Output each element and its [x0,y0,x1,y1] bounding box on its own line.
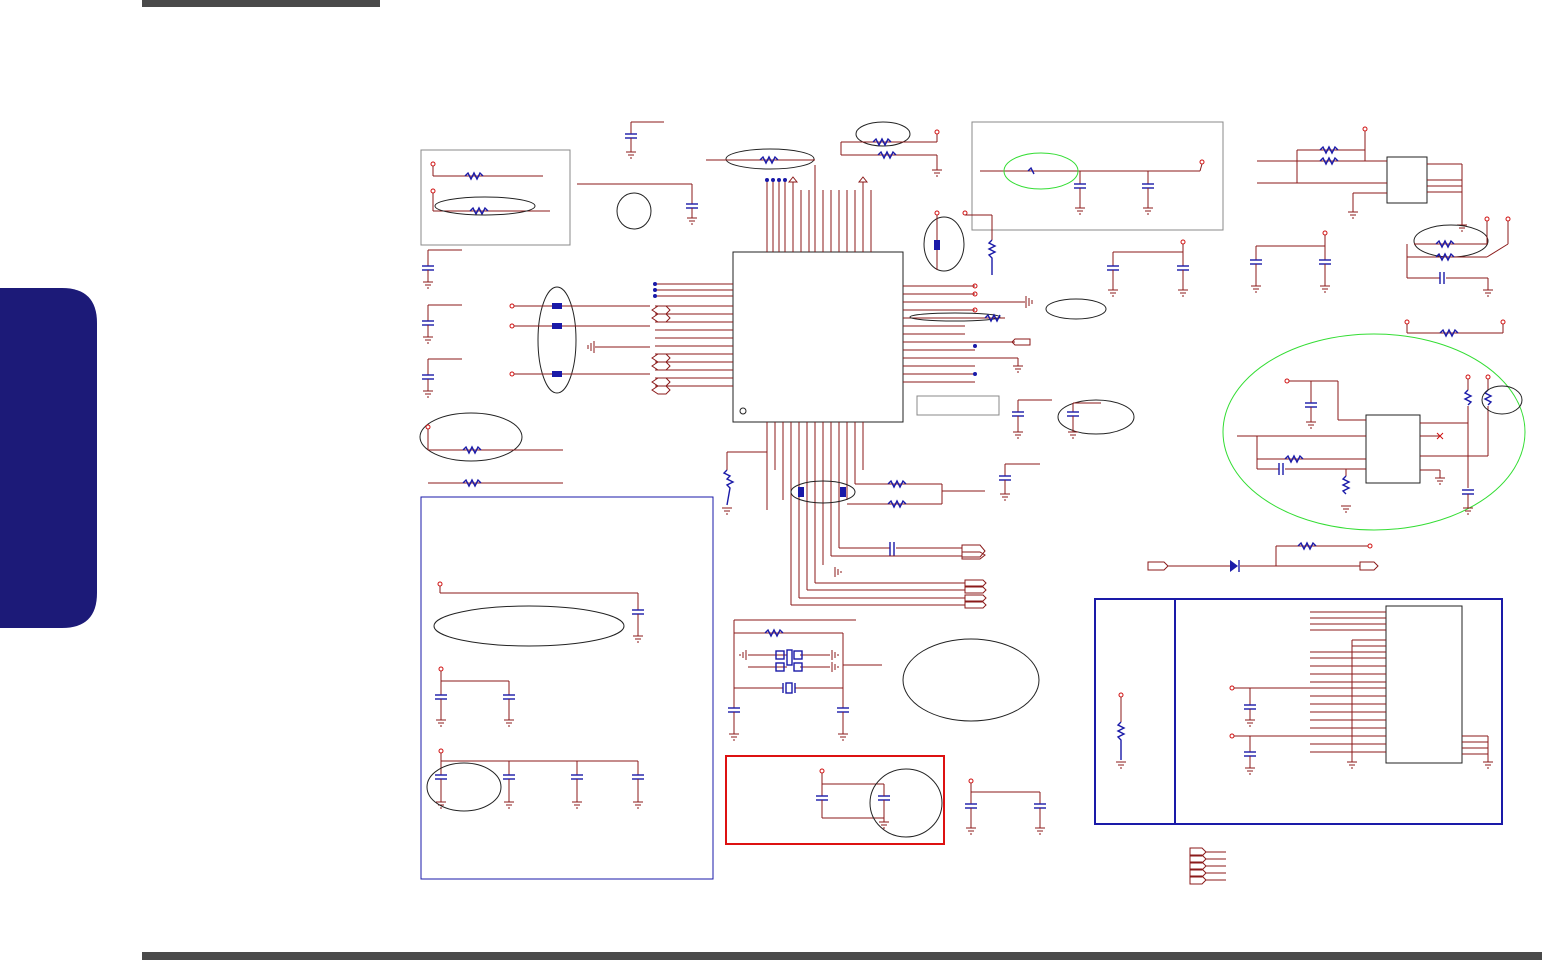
top-resistors [706,121,942,177]
left-resistors [419,412,563,488]
header-bar [142,0,380,7]
bottom-right-box [1094,598,1503,825]
top-cap-cluster [577,121,698,230]
main-ic [653,165,1025,605]
top-center-box [971,121,1224,231]
right-cap-pair [1107,239,1189,297]
top-left-box [420,149,571,246]
diode-line [1147,541,1379,572]
footer-bar [142,952,1542,960]
green-highlight-circuit [1222,333,1526,531]
mid-right-caps [999,399,1135,501]
top-right-ic [1257,126,1467,232]
left-bottom-box [420,496,714,880]
side-tab [0,288,97,628]
left-jumpers [509,286,671,395]
below-ic-parts [722,451,987,609]
top-right-caps [1250,230,1331,293]
bottom-connectors [1189,847,1226,885]
top-left-caps [422,249,462,398]
bottom-mid-caps [965,778,1046,835]
red-highlight-box [725,755,945,845]
schematic-page [0,0,1542,960]
top-right-resistors [1404,216,1511,338]
jumper-right-top [923,210,997,275]
crystal-section [728,619,1040,741]
